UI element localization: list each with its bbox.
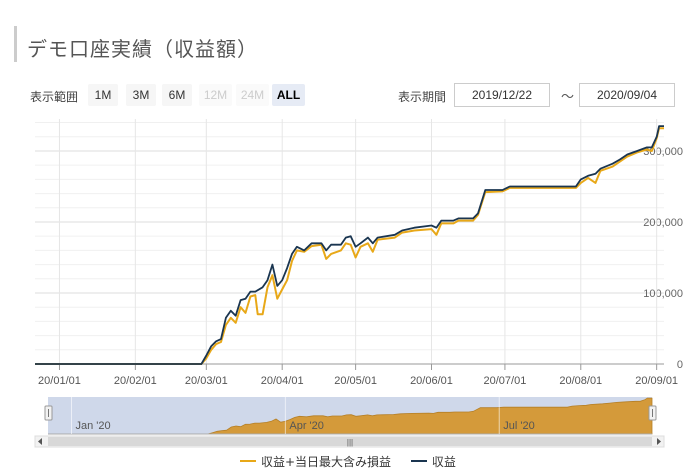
legend: 収益+当日最大含み損益 収益	[240, 451, 472, 470]
legend-swatch-profit	[410, 460, 427, 462]
chart-area: 0100,000200,000300,00020/01/01 20/02/01 20…	[34, 119, 683, 448]
x-tick-label: 20/09/01	[635, 375, 678, 387]
x-tick-label: 20/01/01	[38, 375, 81, 387]
x-tick-label: 20/08/01	[559, 375, 602, 387]
y-tick-label: 0	[677, 359, 683, 371]
scrollbar-grip-icon: |||	[347, 438, 353, 447]
legend-label-profit: 収益	[431, 454, 456, 469]
y-tick-label: 100,000	[643, 288, 683, 300]
series-line-unrealized	[35, 127, 664, 365]
legend-swatch-unrealized	[240, 460, 256, 462]
navigator-label: Jul '20	[503, 420, 534, 432]
navigator-label: Jan '20	[76, 420, 111, 432]
legend-item-profit[interactable]: 収益	[410, 453, 456, 470]
y-tick-label: 200,000	[643, 217, 683, 229]
legend-label-unrealized: 収益+当日最大含み損益	[261, 454, 392, 469]
x-tick-label: 20/07/01	[484, 375, 527, 387]
legend-item-unrealized[interactable]: 収益+当日最大含み損益	[240, 453, 391, 470]
x-tick-label: 20/02/01	[114, 375, 157, 387]
x-tick-label: 20/05/01	[334, 375, 377, 387]
navigator-label: Apr '20	[289, 420, 324, 432]
x-tick-label: 20/03/01	[185, 375, 228, 387]
x-tick-label: 20/06/01	[410, 375, 453, 387]
x-tick-label: 20/04/01	[261, 375, 304, 387]
